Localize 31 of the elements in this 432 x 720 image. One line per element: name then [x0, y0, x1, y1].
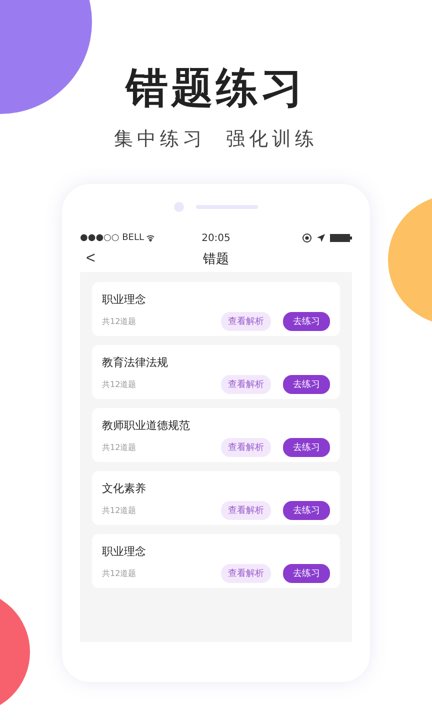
- review-button[interactable]: 查看解析: [221, 375, 271, 394]
- question-count: 共12道题: [102, 379, 136, 390]
- carrier-label: ●●●○○ BELL: [80, 233, 144, 243]
- practice-button[interactable]: 去练习: [283, 564, 330, 583]
- headline: 错题练习: [126, 62, 306, 114]
- back-button[interactable]: <: [86, 250, 96, 268]
- review-button[interactable]: 查看解析: [221, 312, 271, 331]
- clock: 20:05: [202, 232, 230, 244]
- practice-button[interactable]: 去练习: [283, 312, 330, 331]
- location-icon: [317, 234, 325, 242]
- subtitle: 集中练习 强化训练: [114, 127, 318, 152]
- topic-title: 职业理念: [102, 292, 147, 307]
- lock-rotation-icon: [302, 233, 312, 243]
- review-button[interactable]: 查看解析: [221, 501, 271, 520]
- question-count: 共12道题: [102, 505, 136, 516]
- question-count: 共12道题: [102, 568, 136, 579]
- practice-button[interactable]: 去练习: [283, 438, 330, 457]
- question-count: 共12道题: [102, 316, 136, 327]
- battery-icon: [330, 234, 352, 242]
- wifi-icon: [146, 234, 156, 242]
- review-button[interactable]: 查看解析: [221, 564, 271, 583]
- practice-button[interactable]: 去练习: [283, 375, 330, 394]
- topic-title: 教师职业道德规范: [102, 418, 191, 433]
- topic-title: 文化素养: [102, 481, 147, 496]
- topic-title: 职业理念: [102, 544, 147, 559]
- page-title: 错题: [203, 251, 229, 268]
- review-button[interactable]: 查看解析: [221, 438, 271, 457]
- question-count: 共12道题: [102, 442, 136, 453]
- practice-button[interactable]: 去练习: [283, 501, 330, 520]
- topic-title: 教育法律法规: [102, 355, 169, 370]
- camera-dot: [174, 202, 184, 212]
